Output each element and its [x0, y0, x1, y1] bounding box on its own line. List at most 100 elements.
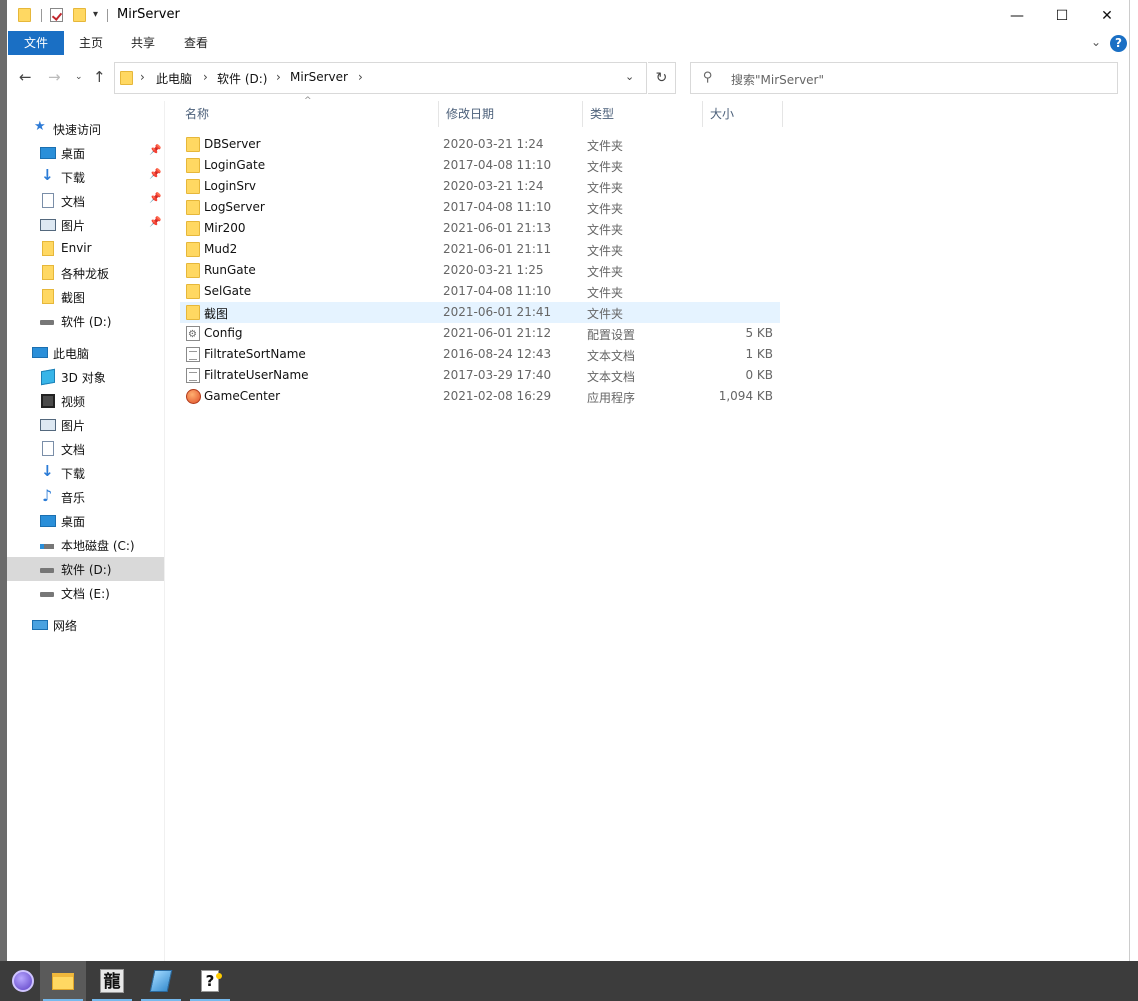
computer-icon [32, 347, 48, 358]
sidebar-item-drive-c[interactable]: 本地磁盘 (C:) [7, 533, 164, 557]
sidebar-item-pictures[interactable]: 图片 📌 [7, 213, 164, 237]
tab-view[interactable]: 查看 [170, 31, 222, 55]
column-divider[interactable] [438, 101, 439, 127]
file-size: 1 KB [745, 347, 773, 361]
sidebar-item-videos[interactable]: 视频 [7, 389, 164, 413]
file-date: 2017-04-08 11:10 [443, 200, 552, 214]
table-row[interactable]: FiltrateUserName 2017-03-29 17:40 文本文档 0 KB [180, 365, 780, 386]
folder-icon [186, 263, 200, 278]
sidebar-item-desktop-pc[interactable]: 桌面 [7, 509, 164, 533]
table-row[interactable]: DBServer 2020-03-21 1:24 文件夹 [180, 134, 780, 155]
chevron-down-icon[interactable]: ⌄ [625, 70, 634, 83]
file-list: ^ 名称 修改日期 类型 大小 DBServer 2020-03-21 1:24 文… [166, 96, 1129, 961]
sidebar-item-drive-d-quick[interactable]: 软件 (D:) [7, 309, 164, 333]
chevron-right-icon[interactable]: › [358, 70, 363, 84]
chevron-right-icon[interactable]: › [140, 70, 145, 84]
file-type: 文件夹 [587, 286, 624, 300]
folder-icon [186, 305, 200, 320]
column-divider[interactable] [782, 101, 783, 127]
sidebar-item-drive-d[interactable]: 软件 (D:) [7, 557, 164, 581]
star-icon: ★ [34, 119, 46, 134]
search-input[interactable]: 搜索"MirServer" [731, 71, 824, 88]
tab-file[interactable]: 文件 [8, 31, 64, 55]
sidebar-item-documents-pc[interactable]: 文档 [7, 437, 164, 461]
pin-icon[interactable]: 📌 [149, 193, 161, 204]
minimize-button[interactable]: — [994, 0, 1040, 31]
pin-icon[interactable]: 📌 [149, 145, 161, 156]
taskbar-help-file[interactable]: ? [187, 961, 233, 1001]
recent-locations-icon[interactable]: ⌄ [75, 72, 83, 82]
refresh-button[interactable]: ↻ [648, 62, 676, 94]
breadcrumb-this-pc[interactable]: 此电脑 [156, 70, 192, 87]
sidebar-item-desktop[interactable]: 桌面 📌 [7, 141, 164, 165]
sidebar-item-drive-e[interactable]: 文档 (E:) [7, 581, 164, 605]
back-arrow-icon[interactable]: ← [19, 68, 32, 86]
sidebar-item-label: 各种龙板 [61, 267, 110, 281]
column-header-name[interactable]: 名称 [179, 106, 437, 128]
pin-icon[interactable]: 📌 [149, 169, 161, 180]
drive-icon [40, 592, 54, 597]
sidebar-item-documents[interactable]: 文档 📌 [7, 189, 164, 213]
sidebar-item-envir[interactable]: Envir [7, 237, 164, 261]
customize-quick-access-icon[interactable]: ▾ [93, 9, 98, 20]
column-header-size[interactable]: 大小 [704, 106, 782, 128]
table-row[interactable]: Mud2 2021-06-01 21:11 文件夹 [180, 239, 780, 260]
chevron-right-icon[interactable]: › [276, 70, 281, 84]
sidebar-item-downloads[interactable]: ↓ 下载 📌 [7, 165, 164, 189]
table-row[interactable]: FiltrateSortName 2016-08-24 12:43 文本文档 1 KB [180, 344, 780, 365]
sidebar-item-downloads-pc[interactable]: ↓ 下载 [7, 461, 164, 485]
sidebar-item-network[interactable]: 网络 [7, 613, 164, 637]
table-row[interactable]: LogServer 2017-04-08 11:10 文件夹 [180, 197, 780, 218]
pin-icon[interactable]: 📌 [149, 217, 161, 228]
expand-ribbon-icon[interactable]: ⌄ [1091, 35, 1101, 49]
sidebar-item-dragon-boards[interactable]: 各种龙板 [7, 261, 164, 285]
column-header-type[interactable]: 类型 [584, 106, 702, 128]
sidebar-item-label: 文档 [61, 443, 86, 457]
address-bar[interactable]: › 此电脑 › 软件 (D:) › MirServer › ⌄ [114, 62, 647, 94]
breadcrumb-drive-d[interactable]: 软件 (D:) [217, 70, 267, 87]
maximize-button[interactable]: ☐ [1039, 0, 1085, 31]
tab-share[interactable]: 共享 [117, 31, 169, 55]
sidebar-item-3d-objects[interactable]: 3D 对象 [7, 365, 164, 389]
properties-check-icon[interactable] [50, 8, 63, 25]
sidebar-item-quick-access[interactable]: ★ 快速访问 [7, 117, 164, 141]
table-row[interactable]: LoginSrv 2020-03-21 1:24 文件夹 [180, 176, 780, 197]
file-date: 2020-03-21 1:24 [443, 179, 544, 193]
column-divider[interactable] [702, 101, 703, 127]
close-button[interactable]: ✕ [1084, 0, 1130, 31]
breadcrumb-mirserver[interactable]: MirServer [290, 70, 348, 84]
help-icon[interactable]: ? [1110, 35, 1127, 52]
search-box[interactable]: ⚲ 搜索"MirServer" [690, 62, 1118, 94]
chevron-right-icon[interactable]: › [203, 70, 208, 84]
sidebar-item-music[interactable]: ♪ 音乐 [7, 485, 164, 509]
table-row[interactable]: GameCenter 2021-02-08 16:29 应用程序 1,094 KB [180, 386, 780, 407]
forward-arrow-icon[interactable]: → [48, 68, 61, 86]
sidebar-item-label: Envir [61, 241, 92, 255]
file-name: GameCenter [204, 389, 281, 403]
new-folder-icon[interactable] [73, 8, 86, 25]
file-date: 2021-06-01 21:41 [443, 305, 552, 319]
file-type: 文件夹 [587, 139, 624, 153]
file-name: 截图 [204, 307, 229, 321]
navigation-bar: ← → ⌄ ↑ › 此电脑 › 软件 (D:) › MirServer › ⌄ … [7, 55, 1129, 101]
sidebar-item-pictures-pc[interactable]: 图片 [7, 413, 164, 437]
table-row[interactable]: Mir200 2021-06-01 21:13 文件夹 [180, 218, 780, 239]
table-row[interactable]: RunGate 2020-03-21 1:25 文件夹 [180, 260, 780, 281]
column-header-date[interactable]: 修改日期 [440, 106, 582, 128]
table-row[interactable]: Config 2021-06-01 21:12 配置设置 5 KB [180, 323, 780, 344]
sidebar-item-label: 截图 [61, 291, 86, 305]
table-row[interactable]: LoginGate 2017-04-08 11:10 文件夹 [180, 155, 780, 176]
sidebar-item-this-pc[interactable]: 此电脑 [7, 341, 164, 365]
up-arrow-icon[interactable]: ↑ [93, 68, 106, 86]
taskbar-file-explorer[interactable] [40, 961, 86, 1001]
file-name: DBServer [204, 137, 261, 151]
taskbar-book-app[interactable] [138, 961, 184, 1001]
column-divider[interactable] [582, 101, 583, 127]
sidebar-item-screenshots[interactable]: 截图 [7, 285, 164, 309]
table-row[interactable]: 截图 2021-06-01 21:41 文件夹 [180, 302, 780, 323]
taskbar-dragon-app[interactable]: 龍 [89, 961, 135, 1001]
tab-home[interactable]: 主页 [65, 31, 117, 55]
file-type: 文件夹 [587, 202, 624, 216]
table-row[interactable]: SelGate 2017-04-08 11:10 文件夹 [180, 281, 780, 302]
file-type: 文件夹 [587, 307, 624, 321]
